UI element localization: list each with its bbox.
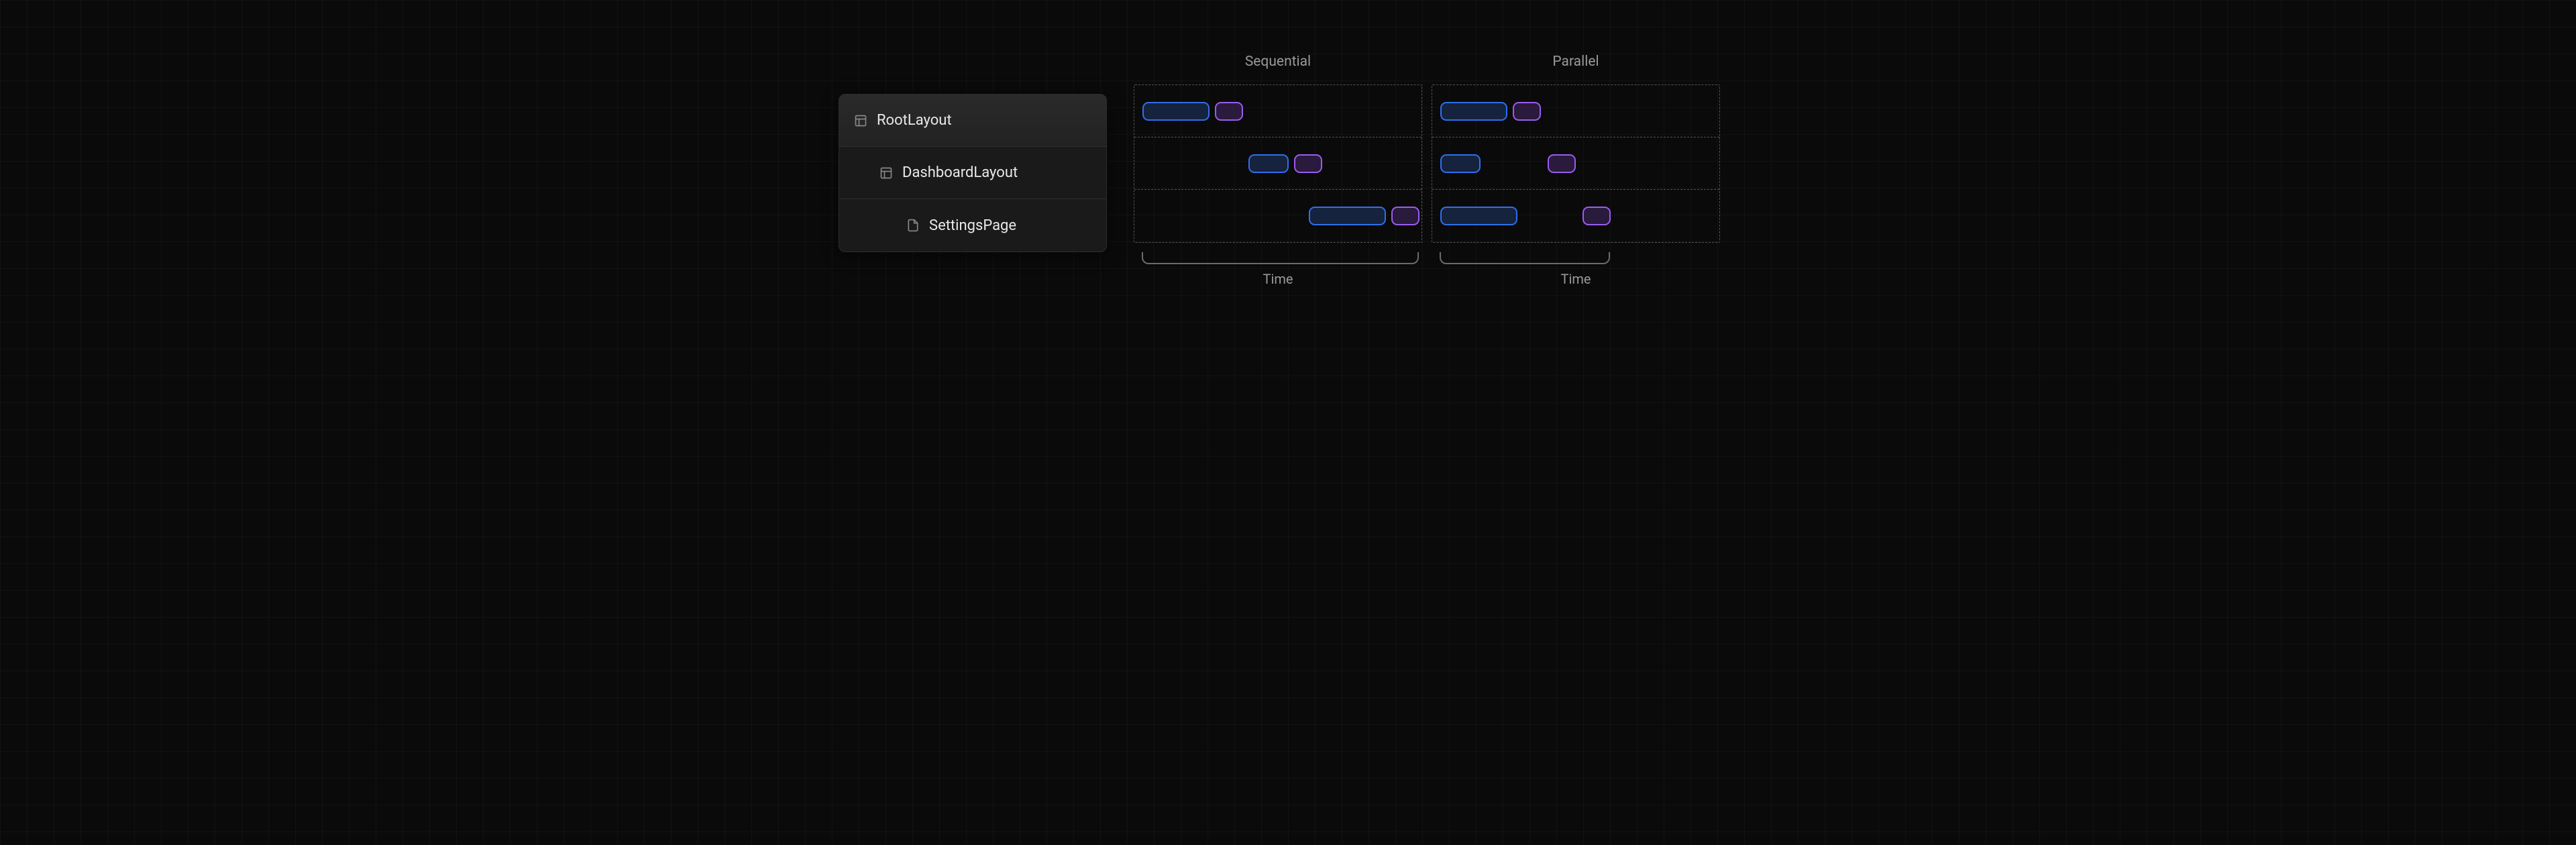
bracket-line bbox=[1142, 252, 1419, 264]
layout-icon bbox=[854, 114, 867, 127]
layout-icon bbox=[879, 166, 893, 180]
timeline-row bbox=[1432, 190, 1719, 242]
fetch-bar bbox=[1142, 102, 1210, 121]
bracket-line bbox=[1440, 252, 1610, 264]
time-bracket: Time bbox=[1432, 252, 1720, 287]
timeline-column-title: Parallel bbox=[1432, 54, 1720, 70]
tree-row-label: SettingsPage bbox=[929, 217, 1016, 234]
render-bar bbox=[1294, 154, 1322, 173]
fetch-bar bbox=[1248, 154, 1289, 173]
tree-row-rootlayout[interactable]: RootLayout bbox=[839, 95, 1106, 147]
fetch-bar bbox=[1309, 207, 1386, 225]
timeline-column-title: Sequential bbox=[1134, 54, 1422, 70]
tree-row-dashboardlayout[interactable]: DashboardLayout bbox=[839, 147, 1106, 199]
timeline-row bbox=[1432, 85, 1719, 137]
fetch-bar bbox=[1440, 102, 1507, 121]
fetch-bar bbox=[1440, 154, 1481, 173]
render-bar bbox=[1513, 102, 1541, 121]
fetch-bar bbox=[1440, 207, 1517, 225]
render-bar bbox=[1582, 207, 1611, 225]
page-icon bbox=[906, 219, 920, 232]
timeline-row bbox=[1134, 190, 1421, 242]
render-bar bbox=[1391, 207, 1419, 225]
timeline-column-parallel: Parallel Time bbox=[1432, 54, 1720, 287]
timeline-row bbox=[1134, 85, 1421, 137]
timeline-row bbox=[1432, 137, 1719, 190]
tree-row-settingspage[interactable]: SettingsPage bbox=[839, 199, 1106, 251]
timeline-row bbox=[1134, 137, 1421, 190]
tree-row-label: DashboardLayout bbox=[902, 164, 1018, 181]
timeline-column-sequential: Sequential Time bbox=[1134, 54, 1422, 287]
component-tree-panel: RootLayout DashboardLayout SettingsPage bbox=[839, 94, 1107, 252]
bracket-label: Time bbox=[1432, 271, 1720, 287]
render-bar bbox=[1548, 154, 1576, 173]
bracket-label: Time bbox=[1134, 271, 1422, 287]
timeline-rows bbox=[1134, 84, 1422, 243]
timeline-section: Sequential Time bbox=[1134, 54, 1720, 287]
tree-row-label: RootLayout bbox=[877, 112, 952, 129]
render-bar bbox=[1215, 102, 1243, 121]
diagram-stage: RootLayout DashboardLayout SettingsPage … bbox=[758, 0, 1818, 349]
timeline-rows bbox=[1432, 84, 1720, 243]
time-bracket: Time bbox=[1134, 252, 1422, 287]
